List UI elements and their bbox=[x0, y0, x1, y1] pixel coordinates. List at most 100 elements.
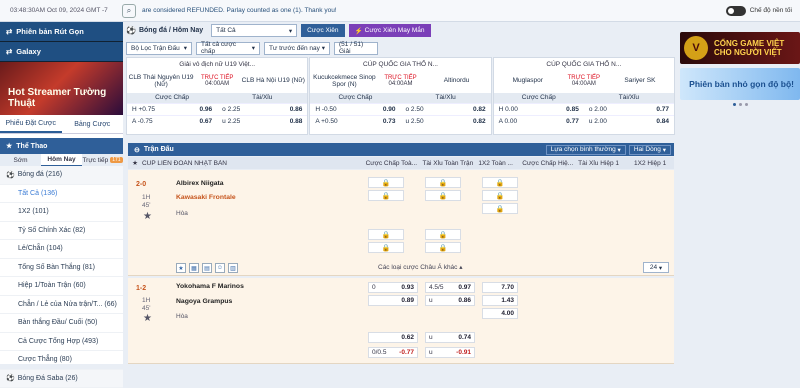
streamer-banner[interactable]: Hot Streamer Tường Thuật bbox=[0, 62, 123, 115]
match-filter-dropdown[interactable]: Bộ Lọc Trận Đấu▾ bbox=[126, 42, 192, 55]
favorite-star-icon[interactable]: ★ bbox=[143, 313, 152, 324]
odds-cell[interactable]: H +0.750.96 bbox=[127, 104, 217, 115]
odds-cell[interactable]: A -0.750.67 bbox=[127, 116, 217, 127]
sports-header[interactable]: ★Thể Thao bbox=[0, 138, 123, 154]
odds-cell[interactable]: 4.5/50.97 bbox=[425, 282, 475, 293]
tab-early[interactable]: Sớm bbox=[0, 154, 41, 166]
chevron-down-icon: ▾ bbox=[252, 44, 255, 52]
tab-bet-table[interactable]: Bảng Cược bbox=[62, 116, 124, 133]
tab-today[interactable]: Hôm Nay bbox=[41, 154, 82, 166]
home-team: Albirex Niigata bbox=[176, 180, 224, 187]
selection-type-dropdown[interactable]: Lựa chọn bình thường ▾ bbox=[546, 145, 626, 155]
sidebar-item-first-last-goal[interactable]: Bàn thắng Đầu/ Cuối (50) bbox=[0, 314, 123, 333]
sidebar-item-correct-score[interactable]: Tỷ Số Chính Xác (82) bbox=[0, 222, 123, 241]
sidebar-item-total-goals[interactable]: Tổng Số Bàn Thắng (81) bbox=[0, 259, 123, 278]
table-controls: Lựa chọn bình thường ▾ Hai Dòng ▾ bbox=[546, 145, 674, 155]
odds-cell[interactable]: o 2.250.86 bbox=[217, 104, 307, 115]
column-header: ★ CÚP LIÊN ĐOÀN NHẬT BẢN Cược Chấp Toà..… bbox=[128, 157, 674, 169]
lucky-parlay-button[interactable]: ⚡Cược Xiên May Mắn bbox=[349, 24, 431, 37]
away-team: Kawasaki Frontale bbox=[176, 194, 236, 201]
carousel-dot[interactable] bbox=[739, 103, 742, 106]
match-tools: ★ ▦ ▤ ☺ ▥ bbox=[176, 263, 241, 273]
col-1x2-1h: 1X2 Hiệp 1 bbox=[634, 160, 674, 167]
sidebar-item-all[interactable]: Tất Cả (136) bbox=[0, 185, 123, 204]
odds-cell[interactable]: 7.70 bbox=[482, 282, 518, 293]
odds-cell[interactable]: A 0.000.77 bbox=[494, 116, 584, 127]
chevron-down-icon: ▾ bbox=[184, 44, 187, 52]
odds-cell[interactable]: H 0.000.85 bbox=[494, 104, 584, 115]
tab-betslip[interactable]: Phiếu Đặt Cược bbox=[0, 116, 62, 133]
stats-icon[interactable]: ▤ bbox=[202, 263, 212, 273]
odds-cell[interactable]: 0.89 bbox=[368, 295, 418, 306]
tab-live[interactable]: Trực tiếp171 bbox=[82, 154, 123, 166]
parlay-button[interactable]: Cược Xiên bbox=[301, 24, 344, 37]
sort-dropdown[interactable]: Tư trước đến nay▾ bbox=[264, 42, 330, 55]
card-live-status: TRỰC TIẾP04:00AM bbox=[562, 69, 606, 93]
odds-cell[interactable]: u0.86 bbox=[425, 295, 475, 306]
featured-card[interactable]: CÚP QUỐC GIA THỔ N... Muglaspor TRỰC TIẾ… bbox=[493, 57, 675, 135]
carousel-dot[interactable] bbox=[745, 103, 748, 106]
odds-cell[interactable]: o 2.500.82 bbox=[401, 104, 491, 115]
time-tabs: Sớm Hôm Nay Trực tiếp171 bbox=[0, 154, 123, 166]
favorite-star-icon[interactable]: ★ bbox=[143, 211, 152, 222]
col-ou-ft: Tài Xỉu Toàn Trận bbox=[422, 160, 478, 167]
odds-cell[interactable]: u 2.250.88 bbox=[217, 116, 307, 127]
odds-cell[interactable]: 1.43 bbox=[482, 295, 518, 306]
lock-icon: 🔒 bbox=[368, 229, 404, 240]
odds-cell[interactable]: 4.00 bbox=[482, 308, 518, 319]
odds-cell[interactable]: A +0.500.73 bbox=[310, 116, 400, 127]
featured-card[interactable]: Giải vô địch nữ U19 Việt... CLB Thái Ngu… bbox=[126, 57, 308, 135]
sidebar-item-1x2[interactable]: 1X2 (101) bbox=[0, 203, 123, 222]
chart-icon[interactable]: ▥ bbox=[228, 263, 238, 273]
sidebar-item-outright[interactable]: Cược Thẳng (80) bbox=[0, 351, 123, 370]
col-ou-1h: Tài Xỉu Hiệp 1 bbox=[578, 160, 634, 167]
sidebar-item-soccer[interactable]: ⚽Bóng đá (216) bbox=[0, 166, 123, 185]
sidebar-item-halftime-fulltime[interactable]: Hiệp 1/Toàn Trận (60) bbox=[0, 277, 123, 296]
odds-cell[interactable]: u 2.500.82 bbox=[401, 116, 491, 127]
card-live-status: TRỰC TIẾP04:00AM bbox=[195, 69, 239, 93]
filter-all-dropdown[interactable]: Tất Cả▾ bbox=[211, 24, 297, 37]
compact-version-ad[interactable]: Phiên bản nhỏ gọn độ bộ! bbox=[680, 68, 800, 100]
star-icon[interactable]: ★ bbox=[176, 263, 186, 273]
match-half: 1H bbox=[142, 194, 150, 202]
chevron-down-icon: ▾ bbox=[322, 44, 325, 52]
card-live-status: TRỰC TIẾP04:00AM bbox=[379, 69, 423, 93]
card-away-team: Altinordu bbox=[423, 69, 491, 93]
search-icon[interactable]: ⌕ bbox=[122, 4, 136, 18]
odds-cell[interactable]: u-0.91 bbox=[425, 347, 475, 358]
galaxy-link[interactable]: ⇄Galaxy bbox=[0, 42, 123, 62]
collapse-icon[interactable]: ⊖ bbox=[134, 146, 140, 154]
market-filter-dropdown[interactable]: Tất cả cược chấp▾ bbox=[196, 42, 260, 55]
sidebar-item-odd-even[interactable]: Lẻ/Chẵn (104) bbox=[0, 240, 123, 259]
sidebar-item-mix-parlay[interactable]: Cả Cược Tổng Hợp (493) bbox=[0, 333, 123, 352]
lock-icon: 🔒 bbox=[425, 229, 461, 240]
scoreboard-icon[interactable]: ▦ bbox=[189, 263, 199, 273]
odds-layout-dropdown[interactable]: Hai Dòng ▾ bbox=[629, 145, 671, 155]
smile-icon[interactable]: ☺ bbox=[215, 263, 225, 273]
odds-cell[interactable]: 0.62 bbox=[368, 332, 418, 343]
odds-cell[interactable]: 00.93 bbox=[368, 282, 418, 293]
odds-cell[interactable]: 0/0.5-0.77 bbox=[368, 347, 418, 358]
carousel-dot[interactable] bbox=[733, 103, 736, 106]
lock-icon: 🔒 bbox=[482, 190, 518, 201]
odds-cell[interactable]: o 2.000.77 bbox=[584, 104, 674, 115]
league-name: CÚP LIÊN ĐOÀN NHẬT BẢN bbox=[142, 160, 366, 167]
odds-cell[interactable]: H -0.500.90 bbox=[310, 104, 400, 115]
featured-card[interactable]: CÚP QUỐC GIA THỔ N... Kucukcekmece Sinop… bbox=[309, 57, 491, 135]
card-teams: Muglaspor TRỰC TIẾP04:00AM Sariyer SK bbox=[494, 69, 674, 93]
toggle-switch[interactable] bbox=[726, 6, 746, 16]
league-count-dropdown[interactable]: (51 / 51) Giải bbox=[334, 42, 378, 55]
card-odds-row: H 0.000.85 o 2.000.77 bbox=[494, 103, 674, 115]
match-score: 2-0 bbox=[136, 181, 146, 188]
sidebar-item-half-odd-even[interactable]: Chẵn / Lẻ của Nửa trận/T... (66) bbox=[0, 296, 123, 315]
more-bet-types[interactable]: Các loại cược Châu Á khác ▴ bbox=[378, 263, 463, 271]
sidebar-item-saba-soccer[interactable]: ⚽Bóng Đá Saba (26) bbox=[0, 370, 123, 388]
compact-version-link[interactable]: ⇄Phiên bản Rút Gọn bbox=[0, 22, 123, 42]
vgaming-ad[interactable]: V CỔNG GAME VIỆT CHO NGƯỜI VIỆT bbox=[680, 32, 800, 64]
star-icon[interactable]: ★ bbox=[128, 159, 142, 167]
odds-cell[interactable]: u0.74 bbox=[425, 332, 475, 343]
bet-count-dropdown[interactable]: 24 ▾ bbox=[643, 262, 669, 273]
lock-icon: 🔒 bbox=[425, 242, 461, 253]
odds-cell[interactable]: u 2.000.84 bbox=[584, 116, 674, 127]
dark-mode-toggle[interactable]: Chế độ nền tối bbox=[726, 6, 792, 16]
